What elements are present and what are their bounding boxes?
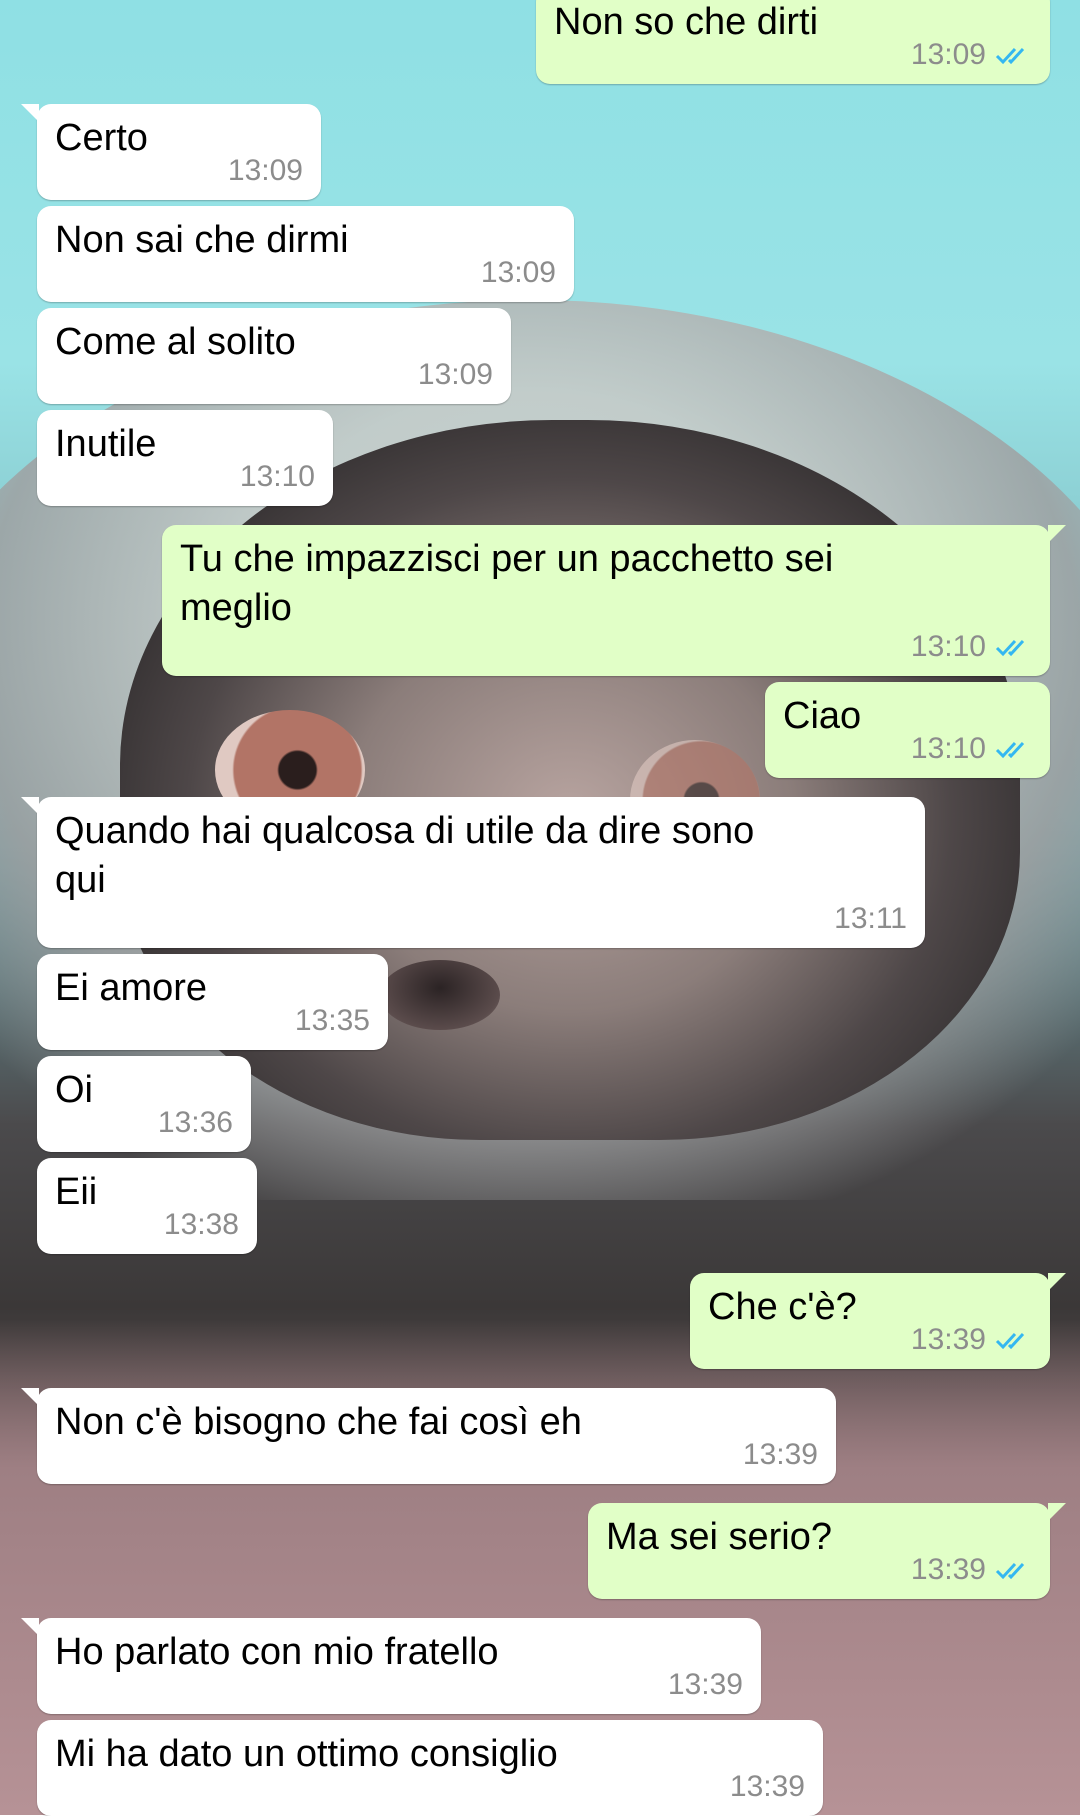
message-time: 13:39 xyxy=(910,1323,986,1356)
double-check-icon xyxy=(995,1562,1025,1579)
message-time: 13:39 xyxy=(742,1438,818,1471)
double-check-icon xyxy=(995,1332,1025,1349)
message-text: Ma sei serio? xyxy=(606,1516,832,1558)
message-time: 13:10 xyxy=(910,732,986,765)
message-text: Ho parlato con mio fratello xyxy=(55,1631,499,1673)
message-time: 13:09 xyxy=(910,38,986,71)
message-text: Non so che dirti xyxy=(554,1,819,43)
double-check-icon xyxy=(995,47,1025,64)
message-bubble-incoming[interactable]: Certo 13:09 xyxy=(21,104,321,200)
message-bubble-outgoing[interactable]: Che c'è? 13:39 xyxy=(690,1273,1066,1369)
message-text: Oi xyxy=(55,1069,93,1111)
message-bubble-incoming[interactable]: Come al solito 13:09 xyxy=(37,308,511,404)
message-bubble-outgoing[interactable]: Tu che impazzisci per un pacchetto sei m… xyxy=(162,525,1066,676)
message-text: Non sai che dirmi xyxy=(55,219,349,261)
message-time: 13:11 xyxy=(834,902,907,935)
message-time: 13:35 xyxy=(294,1004,370,1037)
message-time: 13:09 xyxy=(227,154,303,187)
message-time: 13:39 xyxy=(729,1770,805,1803)
message-time: 13:39 xyxy=(910,1553,986,1586)
message-bubble-incoming[interactable]: Ei amore 13:35 xyxy=(37,954,388,1050)
message-time: 13:10 xyxy=(910,630,986,663)
message-text: Mi ha dato un ottimo consiglio xyxy=(55,1733,558,1775)
message-time: 13:10 xyxy=(239,460,315,493)
message-bubble-incoming[interactable]: Ho parlato con mio fratello 13:39 xyxy=(21,1618,761,1714)
message-text: Come al solito xyxy=(55,321,296,363)
message-bubble-incoming[interactable]: Eii 13:38 xyxy=(37,1158,257,1254)
message-time: 13:09 xyxy=(417,358,493,391)
double-check-icon xyxy=(995,639,1025,656)
message-bubble-incoming[interactable]: Mi ha dato un ottimo consiglio 13:39 xyxy=(37,1720,823,1816)
message-list[interactable]: Non so che dirti 13:09 Certo 13:09 Non s… xyxy=(0,0,1080,1816)
message-text: Ei amore xyxy=(55,967,208,1009)
message-bubble-incoming[interactable]: Non sai che dirmi 13:09 xyxy=(37,206,574,302)
message-time: 13:36 xyxy=(157,1106,233,1139)
message-text: Tu che impazzisci per un pacchetto sei m… xyxy=(180,538,834,630)
message-text: Non c'è bisogno che fai così eh xyxy=(55,1401,582,1443)
message-time: 13:38 xyxy=(163,1208,239,1241)
message-text: Inutile xyxy=(55,423,157,465)
message-text: Certo xyxy=(55,117,148,159)
message-text: Quando hai qualcosa di utile da dire son… xyxy=(55,810,755,902)
message-bubble-incoming[interactable]: Non c'è bisogno che fai così eh 13:39 xyxy=(21,1388,836,1484)
double-check-icon xyxy=(995,741,1025,758)
message-bubble-incoming[interactable]: Inutile 13:10 xyxy=(37,410,333,506)
message-bubble-incoming[interactable]: Quando hai qualcosa di utile da dire son… xyxy=(21,797,925,948)
message-bubble-incoming[interactable]: Oi 13:36 xyxy=(37,1056,251,1152)
message-bubble-outgoing[interactable]: Non so che dirti 13:09 xyxy=(536,0,1050,84)
message-bubble-outgoing[interactable]: Ciao 13:10 xyxy=(765,682,1050,778)
message-text: Eii xyxy=(55,1171,98,1213)
message-bubble-outgoing[interactable]: Ma sei serio? 13:39 xyxy=(588,1503,1066,1599)
message-text: Che c'è? xyxy=(708,1286,857,1328)
message-text: Ciao xyxy=(783,695,862,737)
message-time: 13:39 xyxy=(667,1668,743,1701)
message-time: 13:09 xyxy=(480,256,556,289)
